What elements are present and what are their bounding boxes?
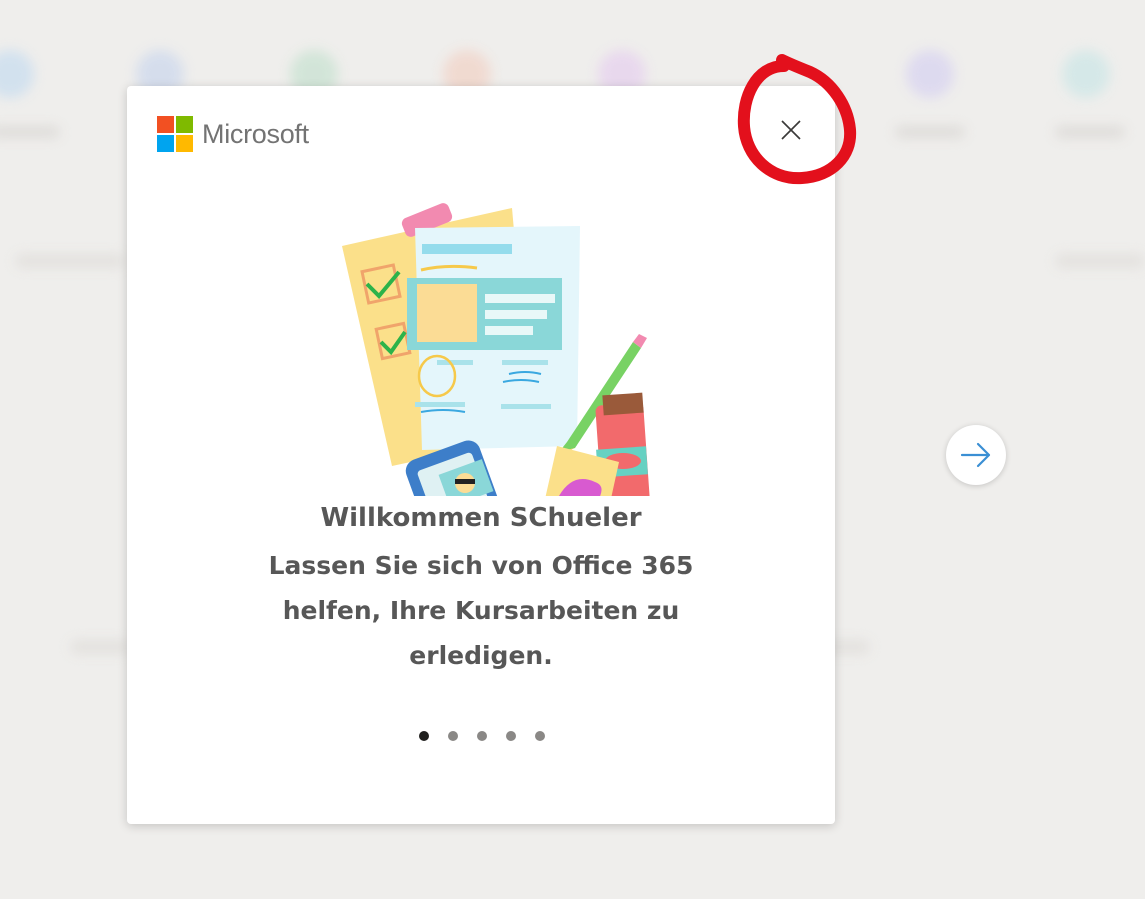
pagination-dots xyxy=(127,731,717,741)
bg-app-icon xyxy=(0,50,34,98)
bg-app-label xyxy=(895,126,965,138)
microsoft-logo-icon xyxy=(157,116,193,152)
close-button[interactable] xyxy=(767,108,815,152)
microsoft-logo: Microsoft xyxy=(157,116,309,152)
bg-app-icon xyxy=(1062,50,1110,98)
welcome-dialog: Microsoft Willkommen SChueler Lassen Sie… xyxy=(127,86,835,824)
pagination-dot-3[interactable] xyxy=(476,731,487,741)
next-slide-button[interactable] xyxy=(946,425,1006,485)
bg-app-label xyxy=(1055,126,1125,138)
bg-text xyxy=(70,640,130,654)
coursework-illustration xyxy=(342,203,651,496)
dialog-title: Willkommen SChueler xyxy=(320,503,642,533)
dialog-body: Lassen Sie sich von Office 365 helfen, I… xyxy=(268,551,694,670)
pagination-dot-2[interactable] xyxy=(447,731,458,741)
pagination-dot-5[interactable] xyxy=(534,731,545,741)
pagination-dot-4[interactable] xyxy=(505,731,516,741)
bg-app-icon xyxy=(906,50,954,98)
bg-text xyxy=(15,254,125,268)
arrow-right-icon xyxy=(960,442,991,468)
pagination-dot-1[interactable] xyxy=(418,731,429,741)
bg-app-label xyxy=(0,126,60,138)
microsoft-logo-text: Microsoft xyxy=(202,118,309,149)
bg-text xyxy=(1055,254,1145,268)
close-icon xyxy=(781,120,801,140)
